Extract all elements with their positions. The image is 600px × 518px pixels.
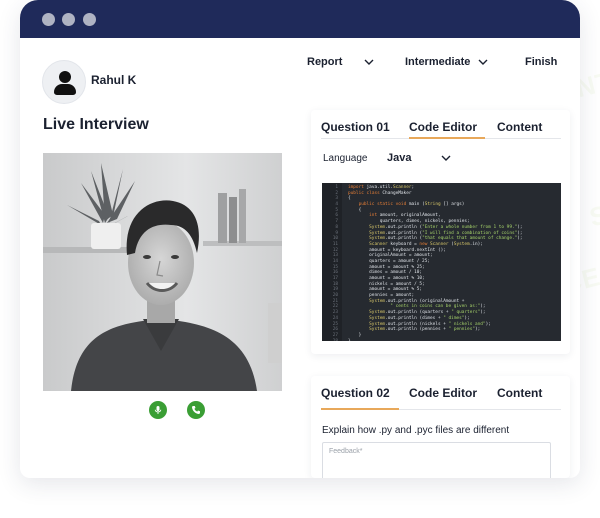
window-dot-minimize[interactable]	[62, 13, 75, 26]
report-dropdown[interactable]: Report	[299, 51, 383, 73]
microphone-button[interactable]	[149, 401, 167, 419]
code-text: }	[342, 339, 351, 341]
phone-icon	[192, 406, 200, 414]
level-label: Intermediate	[405, 56, 471, 68]
user-avatar	[42, 60, 86, 104]
code-editor[interactable]: 1 import java.util.Scanner; 2 public class …	[322, 183, 561, 341]
chevron-down-icon	[364, 59, 374, 65]
feedback-textarea[interactable]: Feedback*	[322, 442, 551, 478]
language-select[interactable]: Java	[379, 148, 459, 168]
language-value: Java	[387, 152, 412, 164]
active-tab-indicator	[321, 408, 399, 410]
phone-button[interactable]	[187, 401, 205, 419]
window-titlebar	[20, 0, 580, 38]
feedback-placeholder: Feedback*	[329, 448, 363, 455]
tab-content[interactable]: Content	[497, 120, 542, 139]
candidate-video-image	[43, 153, 282, 391]
tab-question-01[interactable]: Question 01	[321, 120, 390, 139]
report-label: Report	[307, 56, 343, 68]
question-01-panel: Question 01 Code Editor Content Language…	[311, 110, 570, 354]
tab-code-editor[interactable]: Code Editor	[409, 386, 477, 405]
language-label: Language	[323, 153, 368, 164]
video-feed	[43, 153, 282, 391]
line-number: 28	[322, 339, 342, 341]
question-prompt: Explain how .py and .pyc files are diffe…	[322, 425, 510, 436]
finish-button[interactable]: Finish	[517, 51, 566, 73]
user-name: Rahul K	[91, 73, 137, 87]
page-title: Live Interview	[43, 116, 149, 133]
question-02-panel: Question 02 Code Editor Content Explain …	[311, 376, 570, 478]
tab-content[interactable]: Content	[497, 386, 542, 405]
tab-question-02[interactable]: Question 02	[321, 386, 390, 405]
chevron-down-icon	[441, 155, 451, 161]
microphone-icon	[154, 406, 162, 414]
code-line: 28}	[322, 339, 561, 341]
chevron-down-icon	[478, 59, 488, 65]
active-tab-indicator	[409, 137, 485, 139]
finish-label: Finish	[525, 56, 558, 68]
window-dot-maximize[interactable]	[83, 13, 96, 26]
app-window: Rahul K Live Interview Report Intermedia…	[20, 0, 580, 478]
window-dot-close[interactable]	[42, 13, 55, 26]
level-dropdown[interactable]: Intermediate	[397, 51, 497, 73]
